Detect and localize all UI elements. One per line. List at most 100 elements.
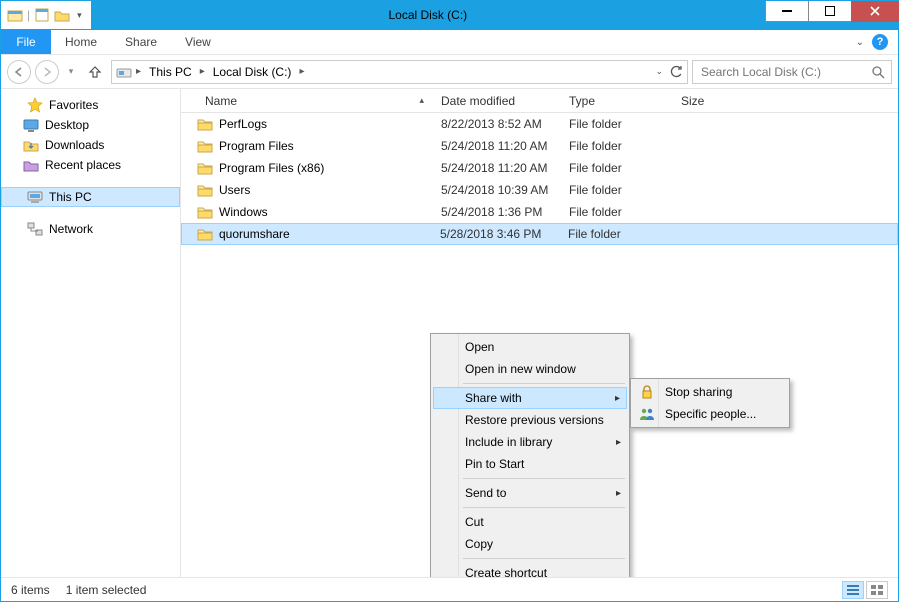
lock-icon <box>639 384 655 400</box>
back-button[interactable] <box>7 60 31 84</box>
file-tab[interactable]: File <box>1 30 51 54</box>
table-row[interactable]: Program Files (x86)5/24/2018 11:20 AMFil… <box>181 157 898 179</box>
menu-item[interactable]: Include in library▸ <box>433 431 627 453</box>
network-icon <box>27 221 43 237</box>
tree-label: Downloads <box>45 138 104 152</box>
menu-item[interactable]: Stop sharing <box>633 381 787 403</box>
details-view-button[interactable] <box>842 581 864 599</box>
tree-label: Favorites <box>49 98 98 112</box>
table-row[interactable]: PerfLogs 8/22/2013 8:52 AMFile folder <box>181 113 898 135</box>
ribbon: File Home Share View ⌄ ? <box>1 30 898 55</box>
submenu-arrow-icon: ▸ <box>616 488 621 499</box>
properties-icon[interactable] <box>34 7 50 23</box>
forward-button[interactable] <box>35 60 59 84</box>
table-row[interactable]: Program Files5/24/2018 11:20 AMFile fold… <box>181 135 898 157</box>
address-dropdown-icon[interactable]: ⌄ <box>655 66 663 77</box>
menu-item[interactable]: Copy <box>433 533 627 555</box>
tree-label: Desktop <box>45 118 89 132</box>
tree-favorites[interactable]: Favorites <box>1 95 180 115</box>
quick-access-toolbar: | ▾ <box>1 1 91 30</box>
qat-dropdown-icon[interactable]: ▾ <box>74 10 85 21</box>
status-item-count: 6 items <box>11 583 50 597</box>
menu-item[interactable]: Restore previous versions <box>433 409 627 431</box>
menu-item-label: Cut <box>465 515 484 529</box>
chevron-right-icon[interactable]: ▸ <box>134 66 143 77</box>
breadcrumb-item[interactable]: Local Disk (C:) <box>209 65 296 79</box>
folder-icon <box>197 160 213 176</box>
breadcrumb-root[interactable]: This PC <box>145 65 196 79</box>
column-label: Date modified <box>441 94 515 108</box>
tree-label: Network <box>49 222 93 236</box>
star-icon <box>27 97 43 113</box>
new-folder-icon[interactable] <box>54 7 70 23</box>
folder-icon <box>197 138 213 154</box>
column-date[interactable]: Date modified <box>433 89 561 112</box>
file-type: File folder <box>561 205 673 219</box>
file-type: File folder <box>561 139 673 153</box>
menu-separator <box>463 383 625 384</box>
file-list: Name ▴ Date modified Type Size PerfLogs 8… <box>181 89 898 577</box>
table-row[interactable]: Users5/24/2018 10:39 AMFile folder <box>181 179 898 201</box>
menu-item[interactable]: Share with▸ <box>433 387 627 409</box>
file-date: 5/24/2018 11:20 AM <box>433 161 561 175</box>
tree-desktop[interactable]: Desktop <box>1 115 180 135</box>
menu-item[interactable]: Pin to Start <box>433 453 627 475</box>
explorer-icon <box>7 7 23 23</box>
menu-item-label: Specific people... <box>665 407 756 421</box>
menu-item[interactable]: Open in new window <box>433 358 627 380</box>
maximize-button[interactable] <box>808 1 852 22</box>
close-button[interactable] <box>851 1 899 22</box>
thumbnails-view-button[interactable] <box>866 581 888 599</box>
address-bar[interactable]: ▸ This PC ▸ Local Disk (C:) ▸ ⌄ <box>111 60 688 84</box>
menu-item-label: Create shortcut <box>465 566 547 577</box>
tab-share[interactable]: Share <box>111 30 171 54</box>
search-input[interactable] <box>699 64 871 80</box>
computer-icon <box>27 189 43 205</box>
tab-view[interactable]: View <box>171 30 225 54</box>
menu-item[interactable]: Cut <box>433 511 627 533</box>
tree-downloads[interactable]: Downloads <box>1 135 180 155</box>
menu-item-label: Copy <box>465 537 493 551</box>
file-date: 5/24/2018 10:39 AM <box>433 183 561 197</box>
menu-separator <box>463 507 625 508</box>
minimize-button[interactable] <box>765 1 809 22</box>
refresh-icon[interactable] <box>669 65 683 79</box>
menu-item-label: Restore previous versions <box>465 413 604 427</box>
tree-network[interactable]: Network <box>1 219 180 239</box>
file-date: 8/22/2013 8:52 AM <box>433 117 561 131</box>
column-headers: Name ▴ Date modified Type Size <box>181 89 898 113</box>
search-icon[interactable] <box>871 65 885 79</box>
file-type: File folder <box>561 117 673 131</box>
ribbon-expand-icon[interactable]: ⌄ <box>856 37 864 48</box>
breadcrumb-label: This PC <box>149 65 192 79</box>
file-date: 5/24/2018 1:36 PM <box>433 205 561 219</box>
column-size[interactable]: Size <box>673 89 753 112</box>
help-icon[interactable]: ? <box>872 34 888 50</box>
chevron-right-icon[interactable]: ▸ <box>198 66 207 77</box>
qat-divider: | <box>27 8 30 22</box>
column-name[interactable]: Name ▴ <box>181 89 433 112</box>
menu-separator <box>463 478 625 479</box>
history-dropdown-icon[interactable]: ▾ <box>63 60 79 84</box>
search-box[interactable] <box>692 60 892 84</box>
sort-ascending-icon: ▴ <box>419 95 424 106</box>
context-menu: OpenOpen in new window Share with▸ Restore… <box>430 333 630 577</box>
tree-label: This PC <box>49 190 92 204</box>
tab-home[interactable]: Home <box>51 30 111 54</box>
menu-item[interactable]: Send to▸ <box>433 482 627 504</box>
chevron-right-icon[interactable]: ▸ <box>297 66 306 77</box>
column-type[interactable]: Type <box>561 89 673 112</box>
menu-item[interactable]: Specific people... <box>633 403 787 425</box>
table-row[interactable]: Windows5/24/2018 1:36 PMFile folder <box>181 201 898 223</box>
table-row[interactable]: quorumshare5/28/2018 3:46 PMFile folder <box>181 223 898 245</box>
up-button[interactable] <box>83 60 107 84</box>
menu-item[interactable]: Create shortcut <box>433 562 627 577</box>
file-name: PerfLogs <box>219 117 267 131</box>
status-bar: 6 items 1 item selected <box>1 577 898 601</box>
folder-icon <box>197 182 213 198</box>
folder-icon <box>197 116 213 132</box>
file-name: quorumshare <box>219 227 290 241</box>
tree-this-pc[interactable]: This PC <box>1 187 180 207</box>
menu-item[interactable]: Open <box>433 336 627 358</box>
tree-recent-places[interactable]: Recent places <box>1 155 180 175</box>
